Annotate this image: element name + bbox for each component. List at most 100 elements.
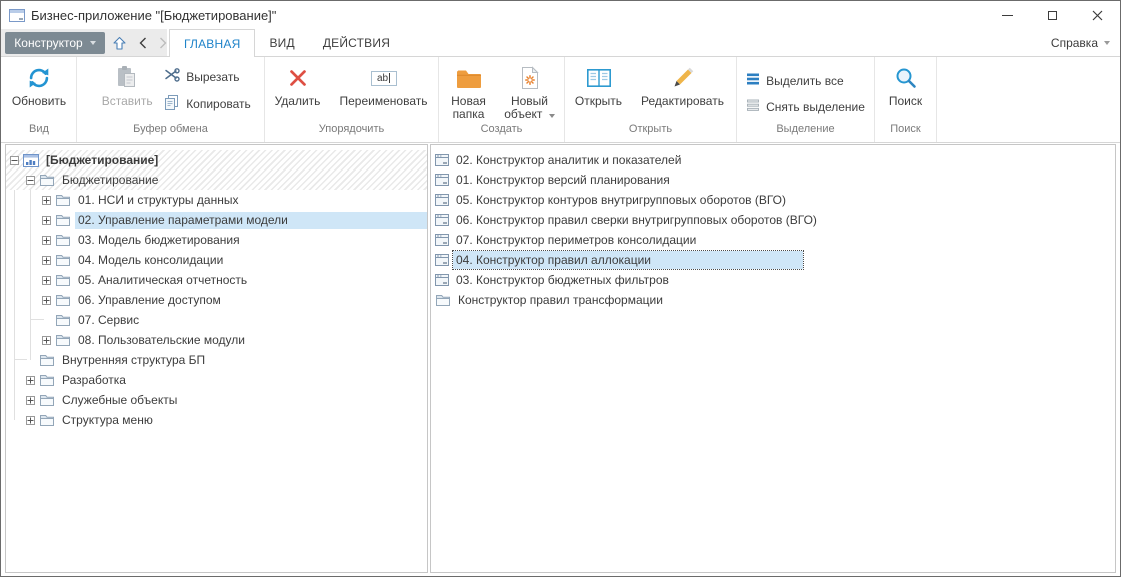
- app-window-icon: [9, 9, 25, 22]
- tree-item-label: Внутренняя структура БП: [59, 352, 208, 369]
- tree-item-label: 03. Модель бюджетирования: [75, 232, 243, 249]
- maximize-button[interactable]: [1030, 1, 1075, 29]
- ribbon-group-label: Буфер обмена: [77, 123, 264, 140]
- ribbon-group-label: Выделение: [737, 123, 874, 140]
- button-label: Открыть: [575, 95, 622, 108]
- tree-item-label: 04. Модель консолидации: [75, 252, 226, 269]
- new-object-button[interactable]: Новый объект: [497, 60, 563, 121]
- list-item[interactable]: 01. Конструктор версий планирования: [431, 170, 1115, 190]
- tree-item-label: 05. Аналитическая отчетность: [75, 272, 250, 289]
- list-item-label: 01. Конструктор версий планирования: [453, 171, 673, 189]
- list-item-label: 07. Конструктор периметров консолидации: [453, 231, 699, 249]
- help-button[interactable]: Справка: [1051, 29, 1110, 56]
- tree-item[interactable]: [Бюджетирование]: [6, 150, 427, 170]
- form-icon: [435, 254, 449, 266]
- open-book-icon: [586, 62, 612, 94]
- tree-item[interactable]: 03. Модель бюджетирования: [6, 230, 427, 250]
- ribbon-group-search: Поиск Поиск: [875, 57, 937, 142]
- minimize-button[interactable]: [985, 1, 1030, 29]
- list-item[interactable]: Конструктор правил трансформации: [431, 290, 1115, 310]
- tree-item-label: Структура меню: [59, 412, 156, 429]
- tree-item[interactable]: 04. Модель консолидации: [6, 250, 427, 270]
- folder-icon: [55, 314, 71, 327]
- app-window: Бизнес-приложение "[Бюджетирование]" Кон…: [0, 0, 1121, 577]
- new-folder-icon: [456, 62, 482, 94]
- form-icon: [435, 194, 449, 206]
- expand-expander-icon[interactable]: [26, 376, 35, 385]
- tree-item[interactable]: Бюджетирование: [6, 170, 427, 190]
- copy-button[interactable]: Копировать: [164, 94, 251, 113]
- open-button[interactable]: Открыть: [567, 60, 631, 108]
- ribbon-group-label: Открыть: [565, 123, 736, 140]
- tree-item-label: 08. Пользовательские модули: [75, 332, 248, 349]
- tab-vid[interactable]: ВИД: [255, 29, 308, 57]
- tree-item[interactable]: 05. Аналитическая отчетность: [6, 270, 427, 290]
- tree-item[interactable]: 01. НСИ и структуры данных: [6, 190, 427, 210]
- button-label: Копировать: [186, 97, 251, 111]
- window-title: Бизнес-приложение "[Бюджетирование]": [31, 8, 276, 23]
- folder-icon: [55, 194, 71, 207]
- expand-expander-icon[interactable]: [26, 396, 35, 405]
- folder-icon: [55, 214, 71, 227]
- form-icon: [435, 234, 449, 246]
- app-menu-button[interactable]: Конструктор: [5, 32, 105, 54]
- tree-item[interactable]: Разработка: [6, 370, 427, 390]
- button-label: Редактировать: [641, 95, 724, 108]
- close-button[interactable]: [1075, 1, 1120, 29]
- expand-expander-icon[interactable]: [42, 336, 51, 345]
- ribbon: Обновить Вид Вставить Вы: [1, 57, 1120, 143]
- expand-expander-icon[interactable]: [42, 276, 51, 285]
- rename-button[interactable]: ab Переименовать: [330, 60, 438, 108]
- expand-expander-icon[interactable]: [26, 416, 35, 425]
- search-button[interactable]: Поиск: [877, 60, 935, 108]
- chevron-down-icon: [90, 41, 96, 45]
- clear-selection-button[interactable]: Снять выделение: [746, 98, 865, 115]
- tab-glavnaya[interactable]: ГЛАВНАЯ: [169, 29, 255, 57]
- tree-item[interactable]: Структура меню: [6, 410, 427, 430]
- tree-item[interactable]: 08. Пользовательские модули: [6, 330, 427, 350]
- delete-button[interactable]: Удалить: [266, 60, 330, 108]
- list-item[interactable]: 07. Конструктор периметров консолидации: [431, 230, 1115, 250]
- back-icon[interactable]: [134, 34, 152, 52]
- tree-item[interactable]: 07. Сервис: [6, 310, 427, 330]
- folder-icon: [39, 394, 55, 407]
- button-label: Поиск: [889, 95, 922, 108]
- expand-expander-icon[interactable]: [42, 196, 51, 205]
- cut-icon: [164, 67, 180, 86]
- tree-item[interactable]: 02. Управление параметрами модели: [6, 210, 427, 230]
- collapse-expander-icon[interactable]: [10, 156, 19, 165]
- button-label: Удалить: [275, 95, 321, 108]
- list-item[interactable]: 06. Конструктор правил сверки внутригруп…: [431, 210, 1115, 230]
- expand-expander-icon[interactable]: [42, 216, 51, 225]
- tree-item-label: Разработка: [59, 372, 129, 389]
- chevron-down-icon: [1104, 41, 1110, 45]
- refresh-icon: [26, 62, 52, 94]
- tree-item[interactable]: 06. Управление доступом: [6, 290, 427, 310]
- tree-item[interactable]: Внутренняя структура БП: [6, 350, 427, 370]
- ribbon-group-label: Вид: [2, 123, 76, 140]
- collapse-expander-icon[interactable]: [26, 176, 35, 185]
- tab-deystviya[interactable]: ДЕЙСТВИЯ: [309, 29, 404, 57]
- button-label: Вырезать: [186, 70, 239, 84]
- list-item[interactable]: 05. Конструктор контуров внутригрупповых…: [431, 190, 1115, 210]
- tree-item-label: Служебные объекты: [59, 392, 180, 409]
- refresh-button[interactable]: Обновить: [3, 60, 75, 108]
- list-item[interactable]: 03. Конструктор бюджетных фильтров: [431, 270, 1115, 290]
- expand-expander-icon[interactable]: [42, 236, 51, 245]
- select-all-icon: [746, 72, 760, 89]
- expand-expander-icon[interactable]: [42, 296, 51, 305]
- list-item[interactable]: 04. Конструктор правил аллокации: [431, 250, 1115, 270]
- list-item-label: 03. Конструктор бюджетных фильтров: [453, 271, 672, 289]
- list-item[interactable]: 02. Конструктор аналитик и показателей: [431, 150, 1115, 170]
- edit-button[interactable]: Редактировать: [631, 60, 735, 108]
- select-all-button[interactable]: Выделить все: [746, 72, 865, 89]
- new-folder-button[interactable]: Новая папка: [441, 60, 497, 121]
- chevron-down-icon[interactable]: [549, 114, 555, 118]
- tree-item-label: 06. Управление доступом: [75, 292, 224, 309]
- delete-icon: [288, 62, 308, 94]
- up-icon[interactable]: [110, 34, 128, 52]
- expand-expander-icon[interactable]: [42, 256, 51, 265]
- button-label: Новый объект: [504, 94, 548, 121]
- tree-item[interactable]: Служебные объекты: [6, 390, 427, 410]
- cut-button[interactable]: Вырезать: [164, 67, 251, 86]
